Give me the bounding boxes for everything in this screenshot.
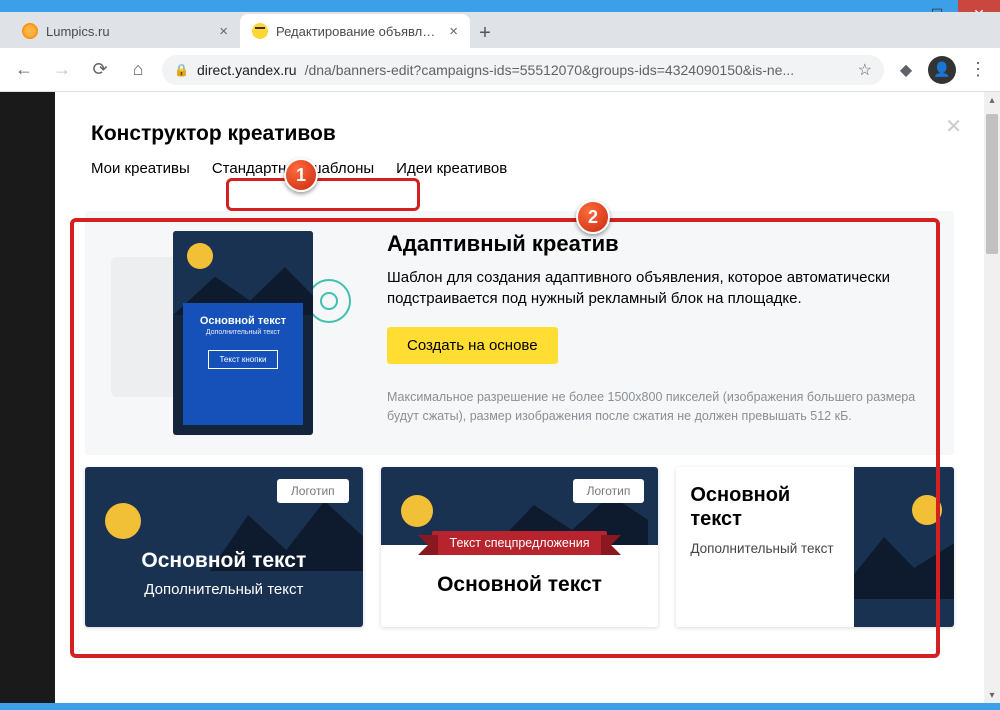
browser-tab-strip: Lumpics.ru × Редактирование объявлений ×… <box>0 12 1000 48</box>
browser-toolbar: ← → ⟳ ⌂ 🔒 direct.yandex.ru/dna/banners-e… <box>0 48 1000 92</box>
page-content: ▴ ▾ ✕ Конструктор креативов Мои креативы… <box>55 92 1000 703</box>
back-button[interactable]: ← <box>10 56 38 84</box>
window-titlebar <box>0 0 1000 12</box>
create-from-template-button[interactable]: Создать на основе <box>387 327 558 364</box>
template-card[interactable]: Основной текст Дополнительный текст <box>676 467 954 627</box>
template-heading: Основной текст <box>690 483 840 531</box>
hero-text: Адаптивный креатив Шаблон для создания а… <box>387 231 928 431</box>
preview-heading: Основной текст <box>191 315 295 327</box>
browser-tab-active[interactable]: Редактирование объявлений × <box>240 14 470 48</box>
hero-preview: Основной текст Дополнительный текст Текс… <box>111 231 361 431</box>
logo-placeholder: Логотип <box>277 479 349 503</box>
profile-avatar[interactable]: 👤 <box>928 56 956 84</box>
forward-button[interactable]: → <box>48 56 76 84</box>
sun-icon <box>187 243 213 269</box>
template-subtext: Дополнительный текст <box>690 541 840 556</box>
template-subtext: Дополнительный текст <box>85 581 363 598</box>
modal-title: Конструктор креативов <box>91 122 948 146</box>
close-tab-icon[interactable]: × <box>449 23 458 40</box>
lock-icon: 🔒 <box>174 63 189 77</box>
template-card[interactable]: Логотип Текст спецпредложения Основной т… <box>381 467 659 627</box>
sun-icon <box>912 495 942 525</box>
user-circle-icon <box>307 279 351 323</box>
close-tab-icon[interactable]: × <box>219 23 228 40</box>
hero-title: Адаптивный креатив <box>387 231 928 257</box>
template-heading: Основной текст <box>85 549 363 573</box>
sun-icon <box>401 495 433 527</box>
app-sidebar <box>0 92 55 703</box>
template-gallery: Логотип Основной текст Дополнительный те… <box>63 467 976 627</box>
favicon-icon <box>252 23 268 39</box>
scroll-thumb[interactable] <box>986 114 998 254</box>
offer-ribbon: Текст спецпредложения <box>432 531 608 555</box>
sun-icon <box>105 503 141 539</box>
annotation-badge: 1 <box>284 158 318 192</box>
hero-note: Максимальное разрешение не более 1500х80… <box>387 388 928 426</box>
scroll-up-icon[interactable]: ▴ <box>984 92 1000 108</box>
logo-placeholder: Логотип <box>573 479 645 503</box>
vertical-scrollbar[interactable]: ▴ ▾ <box>984 92 1000 703</box>
address-bar[interactable]: 🔒 direct.yandex.ru/dna/banners-edit?camp… <box>162 55 884 85</box>
template-card[interactable]: Логотип Основной текст Дополнительный те… <box>85 467 363 627</box>
preview-button: Текст кнопки <box>208 350 277 369</box>
browser-tab[interactable]: Lumpics.ru × <box>10 14 240 48</box>
extension-icon[interactable]: ◆ <box>894 58 918 82</box>
annotation-badge: 2 <box>576 200 610 234</box>
browser-menu-button[interactable]: ⋮ <box>966 59 990 80</box>
modal-header: Конструктор креативов Мои креативы Станд… <box>63 100 976 193</box>
tab-title: Lumpics.ru <box>46 24 211 39</box>
url-host: direct.yandex.ru <box>197 62 297 78</box>
creative-builder-modal: ✕ Конструктор креативов Мои креативы Ста… <box>63 100 976 703</box>
tab-title: Редактирование объявлений <box>276 24 441 39</box>
favicon-icon <box>22 23 38 39</box>
preview-subtext: Дополнительный текст <box>191 329 295 336</box>
reload-button[interactable]: ⟳ <box>86 56 114 84</box>
modal-close-button[interactable]: ✕ <box>945 114 962 139</box>
url-path: /dna/banners-edit?campaigns-ids=55512070… <box>305 62 795 78</box>
window-bottom-border <box>0 703 1000 710</box>
home-button[interactable]: ⌂ <box>124 56 152 84</box>
scroll-down-icon[interactable]: ▾ <box>984 687 1000 703</box>
tab-my-creatives[interactable]: Мои креативы <box>91 160 190 183</box>
template-heading: Основной текст <box>395 573 645 597</box>
tab-creative-ideas[interactable]: Идеи креативов <box>396 160 507 183</box>
hero-description: Шаблон для создания адаптивного объявлен… <box>387 267 928 309</box>
new-tab-button[interactable]: + <box>470 18 500 48</box>
page-area: ▴ ▾ ✕ Конструктор креативов Мои креативы… <box>0 92 1000 703</box>
adaptive-creative-hero: Основной текст Дополнительный текст Текс… <box>85 211 954 455</box>
preview-body: Основной текст Дополнительный текст Текс… <box>183 303 303 425</box>
bookmark-star-icon[interactable]: ☆ <box>858 60 872 80</box>
mountain-icon <box>854 537 954 599</box>
modal-tabs: Мои креативы Стандартные шаблоны Идеи кр… <box>91 160 948 183</box>
preview-card: Основной текст Дополнительный текст Текс… <box>173 231 313 435</box>
